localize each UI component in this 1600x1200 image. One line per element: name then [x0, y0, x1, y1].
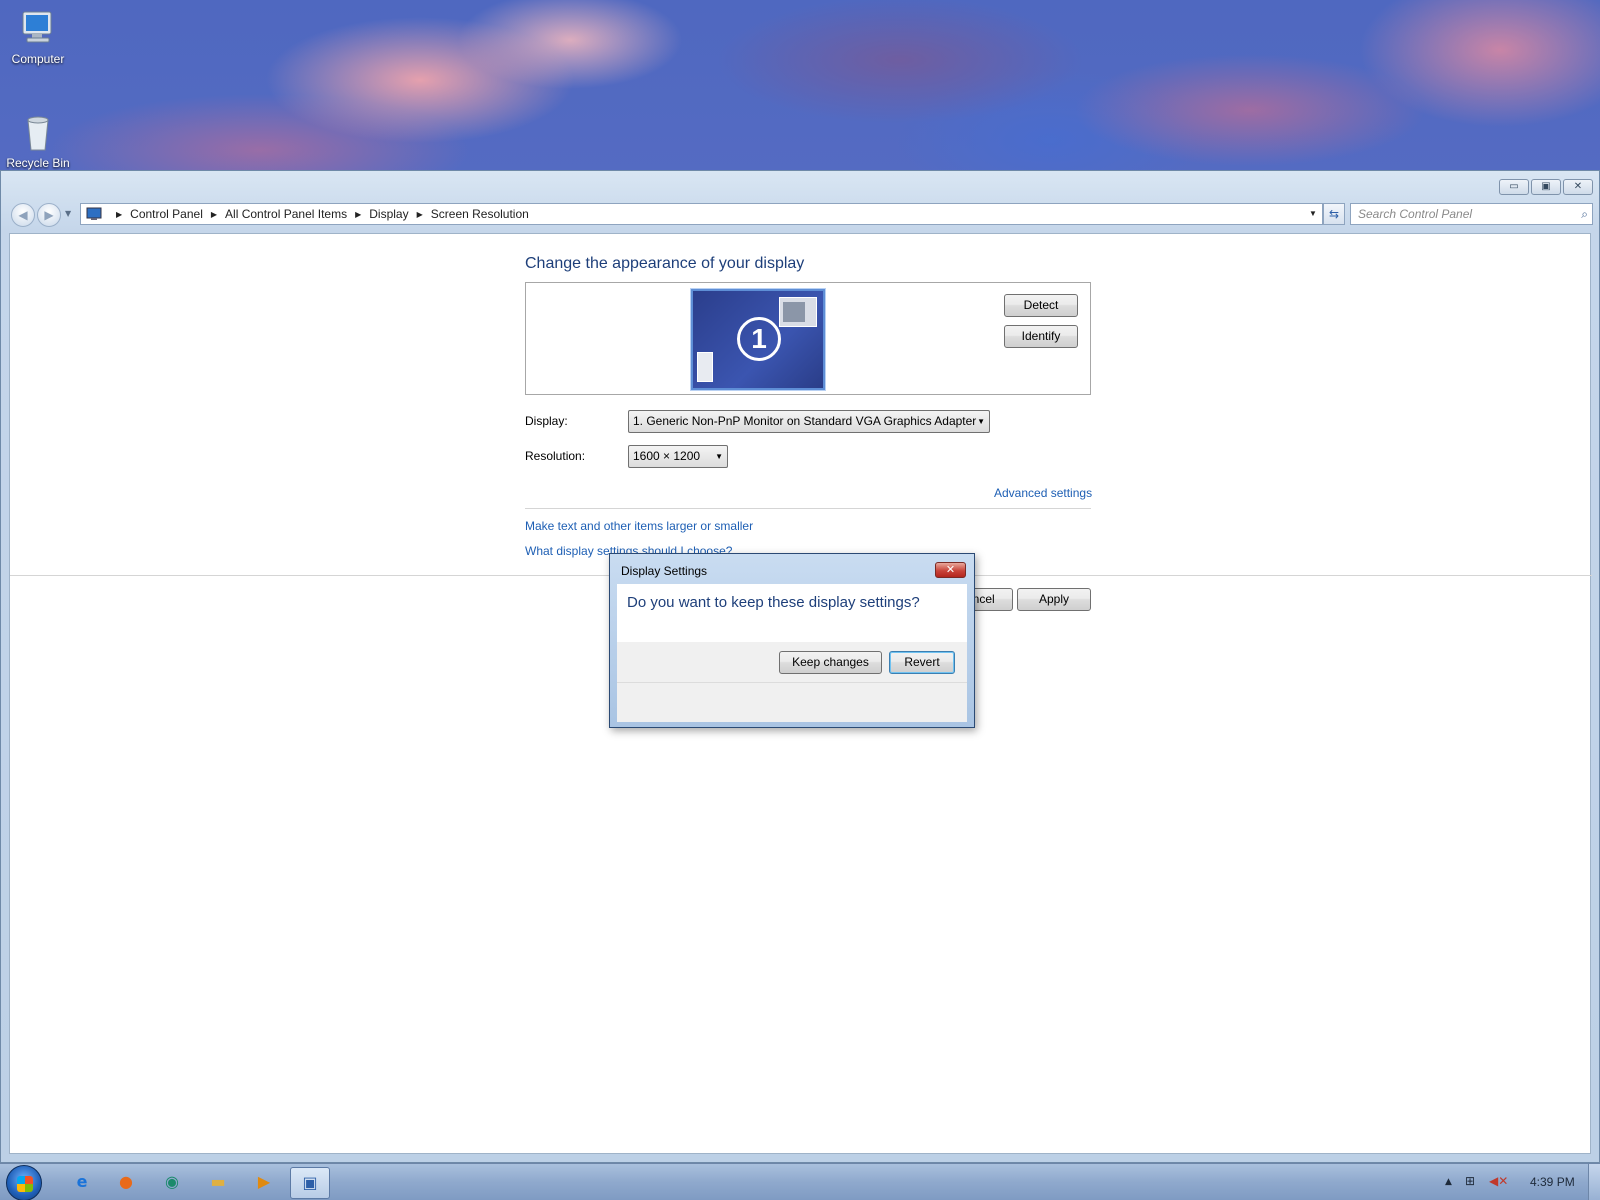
dialog-title: Display Settings [621, 564, 708, 578]
show-desktop-button[interactable] [1588, 1164, 1600, 1200]
text-size-link[interactable]: Make text and other items larger or smal… [525, 519, 753, 533]
control-panel-icon [86, 207, 102, 220]
desktop-icon-label: Recycle Bin [6, 156, 70, 170]
taskbar-app[interactable]: ◉ [152, 1167, 192, 1199]
back-arrow-icon: ◀ [18, 208, 28, 222]
app-icon: ◉ [165, 1172, 179, 1191]
resolution-select-value: 1600 × 1200 [633, 449, 701, 463]
monitor-number: 1 [737, 317, 781, 361]
forward-button[interactable]: ▶ [37, 203, 61, 227]
search-input[interactable]: Search Control Panel ⌕ [1350, 203, 1593, 225]
close-icon: ✕ [945, 563, 956, 576]
breadcrumb-control-panel[interactable]: Control Panel [130, 207, 203, 221]
desktop-icon-recycle-bin[interactable]: Recycle Bin [0, 112, 76, 170]
taskbar: e ● ◉ ▬ ▶ ▣ ▲ ⊞ ◀✕ 4:39 PM [0, 1163, 1600, 1200]
show-hidden-icons-icon[interactable]: ▲ [1445, 1177, 1452, 1187]
computer-icon [22, 11, 52, 43]
breadcrumb-screen-resolution[interactable]: Screen Resolution [431, 207, 529, 221]
display-select[interactable]: 1. Generic Non-PnP Monitor on Standard V… [628, 410, 990, 433]
divider [525, 508, 1091, 509]
detect-button[interactable]: Detect [1004, 294, 1078, 317]
advanced-settings-link[interactable]: Advanced settings [994, 486, 1092, 500]
file-explorer-icon: ▬ [210, 1172, 226, 1191]
recycle-bin-icon [27, 116, 49, 151]
taskbar-media-player[interactable]: ▶ [244, 1167, 284, 1199]
maximize-button[interactable]: ▣ [1531, 179, 1561, 195]
clock[interactable]: 4:39 PM [1530, 1175, 1575, 1189]
windows-logo-icon [17, 1176, 33, 1192]
system-tray: ▲ ⊞ ◀✕ 4:39 PM [1435, 1164, 1600, 1200]
window-thumbnail-icon [779, 297, 817, 327]
recent-pages-chevron-icon[interactable]: ▼ [65, 209, 71, 218]
title-bar: ▭ ▣ ✕ [1, 171, 1599, 199]
identify-button[interactable]: Identify [1004, 325, 1078, 348]
breadcrumb-all-items[interactable]: All Control Panel Items [225, 207, 347, 221]
page-title: Change the appearance of your display [525, 255, 805, 272]
forward-arrow-icon: ▶ [44, 208, 54, 222]
volume-muted-icon[interactable]: ◀✕ [1489, 1174, 1508, 1188]
minimize-button[interactable]: ▭ [1499, 179, 1529, 195]
taskbar-firefox[interactable]: ● [106, 1167, 146, 1199]
taskbar-internet-explorer[interactable]: e [62, 1167, 102, 1199]
monitor-1-thumbnail[interactable]: 1 [691, 289, 825, 390]
breadcrumb-arrow-icon[interactable]: ▶ [116, 210, 122, 219]
taskbar-file-explorer[interactable]: ▬ [198, 1167, 238, 1199]
display-label: Display: [525, 414, 568, 428]
display-settings-dialog: Display Settings ✕ Do you want to keep t… [609, 553, 975, 728]
resolution-label: Resolution: [525, 449, 586, 463]
window-thumbnail-icon [697, 352, 713, 382]
start-button[interactable] [6, 1165, 42, 1200]
resolution-select[interactable]: 1600 × 1200 ▼ [628, 445, 728, 468]
media-player-icon: ▶ [257, 1172, 271, 1191]
address-dropdown-icon[interactable]: ▼ [1304, 204, 1322, 224]
keep-changes-button[interactable]: Keep changes [779, 651, 882, 674]
address-bar[interactable]: ▶ Control Panel ▶ All Control Panel Item… [80, 203, 1323, 225]
monitor-preview-area: 1 Detect Identify [525, 282, 1091, 395]
dialog-close-button[interactable]: ✕ [935, 562, 966, 578]
network-icon[interactable]: ⊞ [1465, 1174, 1475, 1188]
dialog-question: Do you want to keep these display settin… [627, 594, 920, 611]
dialog-footer: Keep changes Revert [617, 642, 967, 722]
revert-button[interactable]: Revert [889, 651, 955, 674]
search-placeholder: Search Control Panel [1358, 207, 1473, 221]
refresh-icon: ⇆ [1328, 207, 1340, 221]
window-controls: ▭ ▣ ✕ [1499, 179, 1593, 195]
close-button[interactable]: ✕ [1563, 179, 1593, 195]
desktop-icon-label: Computer [11, 52, 65, 66]
navigation-bar: ◀ ▶ ▼ ▶ Control Panel ▶ All Control Pane… [9, 203, 1593, 227]
breadcrumb-arrow-icon[interactable]: ▶ [355, 210, 361, 219]
back-button[interactable]: ◀ [11, 203, 35, 227]
apply-button[interactable]: Apply [1017, 588, 1091, 611]
display-select-value: 1. Generic Non-PnP Monitor on Standard V… [633, 414, 977, 428]
breadcrumb-display[interactable]: Display [369, 207, 408, 221]
internet-explorer-icon: e [76, 1172, 88, 1191]
chevron-down-icon: ▼ [715, 452, 723, 461]
search-icon[interactable]: ⌕ [1581, 204, 1588, 224]
firefox-icon: ● [119, 1172, 133, 1191]
chevron-down-icon: ▼ [977, 417, 985, 426]
control-panel-icon: ▣ [302, 1173, 318, 1192]
breadcrumb-arrow-icon[interactable]: ▶ [417, 210, 423, 219]
taskbar-control-panel[interactable]: ▣ [290, 1167, 330, 1199]
breadcrumb-arrow-icon[interactable]: ▶ [211, 210, 217, 219]
desktop-icon-computer[interactable]: Computer [0, 8, 76, 66]
divider [617, 682, 967, 683]
dialog-body: Do you want to keep these display settin… [617, 584, 967, 642]
refresh-button[interactable]: ⇆ [1323, 203, 1345, 225]
